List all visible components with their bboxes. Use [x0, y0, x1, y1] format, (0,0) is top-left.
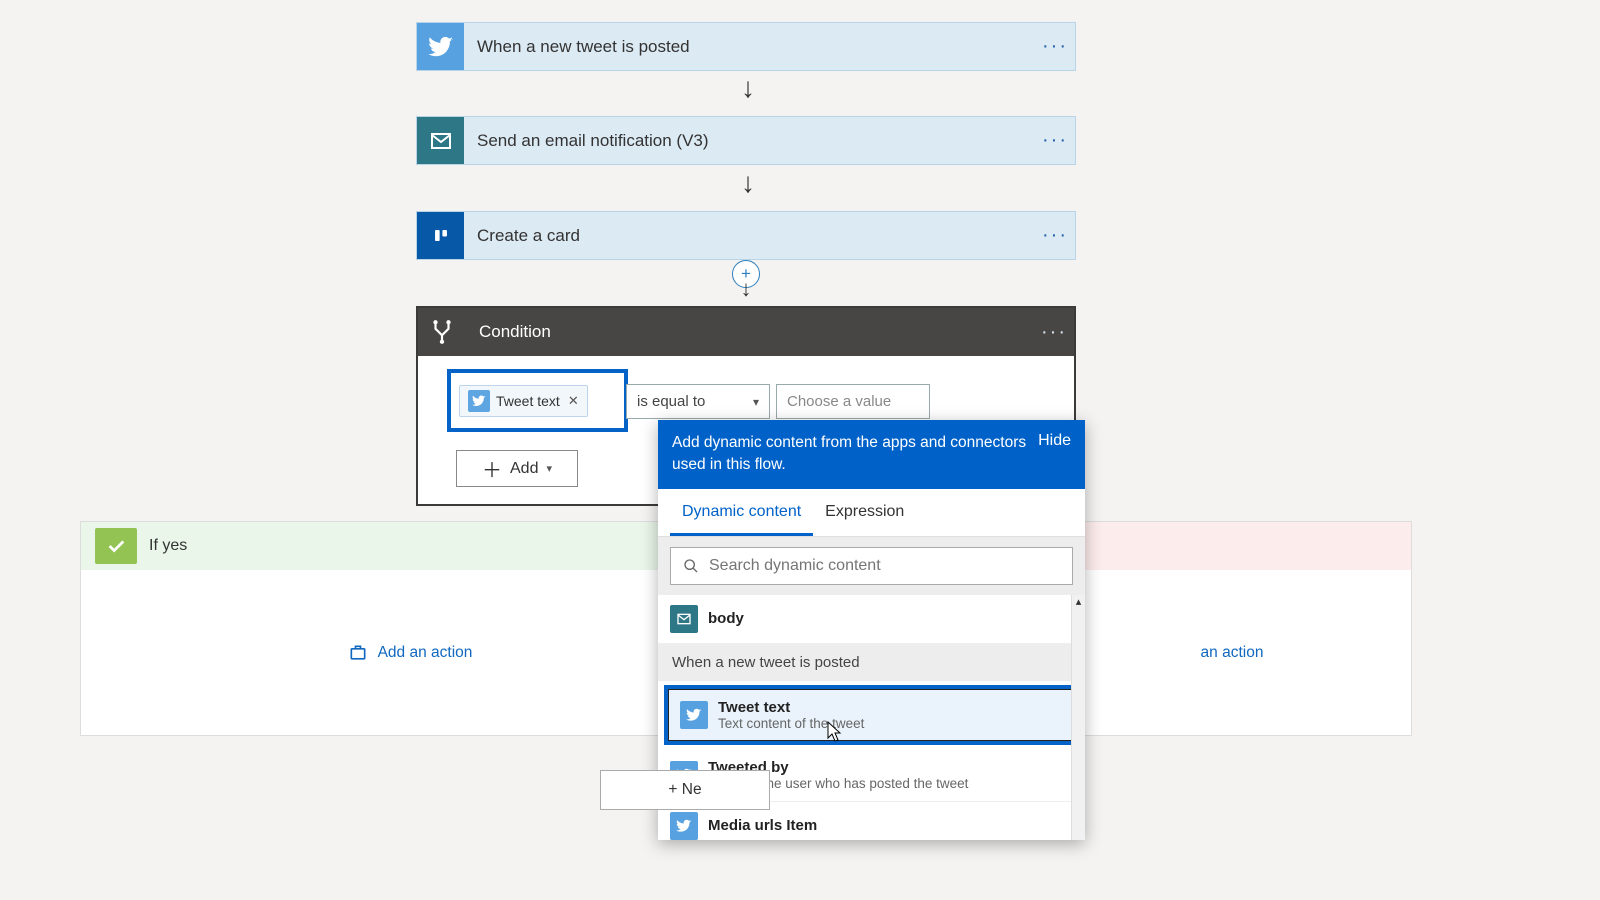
twitter-icon [680, 701, 708, 729]
plus-icon: ＋ [482, 454, 502, 483]
chevron-down-icon: ▾ [546, 462, 552, 475]
scrollbar[interactable]: ▴ [1071, 595, 1085, 840]
banner-message: Add dynamic content from the apps and co… [672, 432, 1028, 477]
hide-button[interactable]: Hide [1038, 432, 1071, 450]
remove-token-icon[interactable]: ✕ [566, 393, 579, 409]
step-label: Send an email notification (V3) [464, 131, 1035, 151]
step-email-action[interactable]: Send an email notification (V3) ··· [416, 116, 1076, 165]
arrow-down-icon: ↓ [741, 167, 755, 199]
email-icon [670, 605, 698, 633]
condition-value-input[interactable]: Choose a value [776, 384, 930, 419]
branch-yes-header: If yes [81, 522, 739, 570]
condition-title: Condition [466, 322, 1034, 342]
twitter-icon [670, 812, 698, 840]
operator-label: is equal to [637, 393, 705, 410]
search-input[interactable] [709, 557, 1060, 575]
step-twitter-trigger[interactable]: When a new tweet is posted ··· [416, 22, 1076, 71]
search-dynamic-content[interactable] [670, 547, 1073, 585]
condition-icon [418, 308, 466, 356]
step-menu-icon[interactable]: ··· [1035, 224, 1075, 247]
item-title: Tweet text [718, 699, 864, 716]
item-title: Media urls Item [708, 817, 817, 834]
tab-expression[interactable]: Expression [813, 489, 916, 536]
email-icon [417, 117, 464, 164]
dynamic-item-body[interactable]: body [658, 595, 1085, 644]
search-icon [683, 558, 699, 574]
insert-step-node[interactable]: + ↓ [728, 260, 764, 310]
dynamic-content-tabs: Dynamic content Expression [658, 489, 1085, 537]
step-label: When a new tweet is posted [464, 37, 1035, 57]
condition-header[interactable]: Condition ··· [418, 308, 1074, 356]
value-placeholder: Choose a value [787, 393, 891, 410]
token-label: Tweet text [496, 393, 560, 409]
step-menu-icon[interactable]: ··· [1035, 129, 1075, 152]
step-menu-icon[interactable]: ··· [1035, 35, 1075, 58]
dynamic-item-tweet-text[interactable]: Tweet text Text content of the tweet [664, 685, 1079, 745]
add-action-label: Add an action [378, 644, 473, 662]
trello-icon [417, 212, 464, 259]
twitter-icon [468, 390, 490, 412]
tab-dynamic-content[interactable]: Dynamic content [670, 489, 813, 536]
item-desc: Text content of the tweet [718, 716, 864, 731]
checkmark-icon [95, 528, 137, 564]
add-action-button[interactable]: Add an action [348, 643, 473, 663]
step-trello-action[interactable]: Create a card ··· [416, 211, 1076, 260]
condition-operator-select[interactable]: is equal to ▾ [626, 384, 770, 419]
twitter-icon [417, 23, 464, 70]
token-tweet-text[interactable]: Tweet text ✕ [459, 385, 588, 417]
branch-if-yes: If yes Add an action [80, 521, 740, 736]
add-action-icon [348, 643, 368, 663]
dynamic-content-banner: Add dynamic content from the apps and co… [658, 420, 1085, 489]
item-title: body [708, 610, 744, 627]
chevron-down-icon: ▾ [753, 395, 759, 409]
step-label: Create a card [464, 226, 1035, 246]
dynamic-section-header: When a new tweet is posted [658, 644, 1085, 681]
add-condition-row-button[interactable]: ＋ Add ▾ [456, 450, 578, 487]
arrow-down-icon: ↓ [741, 72, 755, 104]
add-button-label: Add [510, 460, 538, 478]
new-step-button[interactable]: + Ne [600, 770, 770, 810]
arrow-down-icon: ↓ [728, 284, 764, 294]
condition-left-operand[interactable]: Tweet text ✕ [447, 369, 628, 432]
add-action-label-partial: an action [1201, 644, 1264, 662]
branch-yes-label: If yes [149, 537, 187, 555]
step-menu-icon[interactable]: ··· [1034, 321, 1074, 344]
add-action-button[interactable]: an action [1201, 644, 1264, 662]
